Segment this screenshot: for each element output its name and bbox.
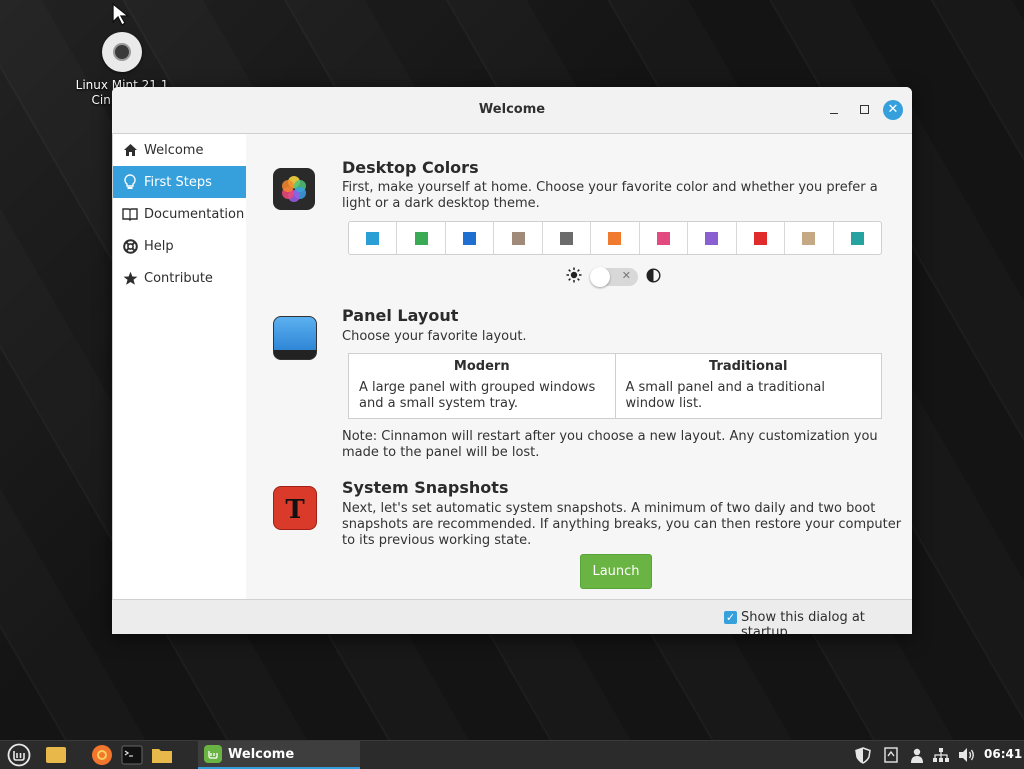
startup-checkbox[interactable]: ✓ <box>724 611 737 624</box>
color-swatch-chip <box>608 231 622 245</box>
moon-icon <box>646 267 661 287</box>
layout-option-modern[interactable]: Modern A large panel with grouped window… <box>349 354 615 418</box>
network-icon[interactable] <box>932 746 950 764</box>
sidebar-item-label: Help <box>144 238 174 254</box>
sun-icon <box>566 267 582 287</box>
toggle-off-icon: ✕ <box>621 269 631 282</box>
layout-option-desc: A small panel and a traditional window l… <box>625 380 825 411</box>
minimize-button[interactable] <box>825 100 845 120</box>
panel-layout-icon <box>273 316 317 360</box>
color-swatch[interactable] <box>785 222 834 254</box>
shield-icon[interactable] <box>854 746 872 764</box>
layout-option-title: Traditional <box>709 359 788 374</box>
welcome-window: Welcome ✕ Welcome First Steps Documentat… <box>112 87 912 634</box>
user-icon[interactable] <box>908 746 926 764</box>
theme-toggle-row: ✕ <box>566 267 661 287</box>
sidebar-item-label: Documentation <box>144 206 245 222</box>
sidebar-item-help[interactable]: Help <box>113 230 246 262</box>
lifebuoy-icon <box>122 238 138 254</box>
sidebar-item-documentation[interactable]: Documentation <box>113 198 246 230</box>
taskbar-window-welcome[interactable]: Welcome <box>198 741 360 769</box>
welcome-app-icon <box>204 745 222 763</box>
sidebar-item-contribute[interactable]: Contribute <box>113 262 246 294</box>
content-panel: Desktop Colors First, make yourself at h… <box>246 134 912 600</box>
sidebar-item-welcome[interactable]: Welcome <box>113 134 246 166</box>
color-swatch[interactable] <box>834 222 881 254</box>
system-snapshots-text: Next, let's set automatic system snapsho… <box>342 501 902 548</box>
layout-option-title: Modern <box>453 359 510 374</box>
color-swatch[interactable] <box>397 222 446 254</box>
color-swatch-row <box>348 221 882 255</box>
color-swatch[interactable] <box>737 222 786 254</box>
files-icon[interactable] <box>150 743 174 767</box>
color-swatch[interactable] <box>591 222 640 254</box>
color-swatch[interactable] <box>349 222 398 254</box>
mouse-cursor-icon <box>111 2 131 30</box>
svg-text:T: T <box>285 495 305 525</box>
dialog-footer: ✓ Show this dialog at startup <box>112 599 912 634</box>
mint-menu-button[interactable] <box>6 743 32 767</box>
color-swatch[interactable] <box>494 222 543 254</box>
color-swatch-chip <box>366 231 380 245</box>
panel-layout-text: Choose your favorite layout. <box>342 329 527 344</box>
sidebar-item-label: Welcome <box>144 142 204 158</box>
close-button[interactable]: ✕ <box>883 100 903 120</box>
toggle-knob <box>590 267 610 287</box>
color-swatch-chip <box>560 231 574 245</box>
color-swatch[interactable] <box>640 222 689 254</box>
show-desktop-icon[interactable] <box>44 743 68 767</box>
layout-option-traditional[interactable]: Traditional A small panel and a traditio… <box>614 354 882 418</box>
color-swatch-chip <box>705 231 719 245</box>
sidebar: Welcome First Steps Documentation Help C… <box>112 134 247 600</box>
volume-icon[interactable] <box>958 746 976 764</box>
color-swatch[interactable] <box>688 222 737 254</box>
clock[interactable]: 06:41 <box>984 747 1022 761</box>
timeshift-icon: T <box>273 486 317 530</box>
titlebar[interactable]: Welcome ✕ <box>112 87 912 133</box>
sidebar-item-label: Contribute <box>144 270 213 286</box>
panel-layout-note: Note: Cinnamon will restart after you ch… <box>342 429 878 460</box>
sidebar-item-label: First Steps <box>144 174 212 190</box>
lightbulb-icon <box>122 174 138 190</box>
color-swatch-chip <box>656 231 670 245</box>
desktop-colors-title: Desktop Colors <box>342 158 479 177</box>
taskbar: Welcome 06:41 <box>0 740 1024 769</box>
color-swatch[interactable] <box>543 222 592 254</box>
launch-button[interactable]: Launch <box>580 554 652 589</box>
sidebar-item-first-steps[interactable]: First Steps <box>113 166 246 198</box>
color-swatch-chip <box>753 231 767 245</box>
book-icon <box>122 206 138 222</box>
desktop-colors-text: First, make yourself at home. Choose you… <box>342 180 878 211</box>
layout-option-desc: A large panel with grouped windows and a… <box>359 380 596 411</box>
system-snapshots-title: System Snapshots <box>342 478 509 497</box>
color-swatch-chip <box>511 231 525 245</box>
star-icon <box>122 270 138 286</box>
color-swatch-chip <box>850 231 864 245</box>
layout-options: Modern A large panel with grouped window… <box>348 353 882 419</box>
disc-icon <box>102 32 142 72</box>
color-palette-icon <box>273 168 315 210</box>
firefox-icon[interactable] <box>90 743 114 767</box>
maximize-button[interactable] <box>855 100 875 120</box>
color-swatch-chip <box>802 231 816 245</box>
panel-layout-title: Panel Layout <box>342 306 459 325</box>
update-manager-icon[interactable] <box>882 746 900 764</box>
color-swatch-chip <box>414 231 428 245</box>
terminal-icon[interactable] <box>120 743 144 767</box>
taskbar-window-label: Welcome <box>228 746 295 762</box>
color-swatch[interactable] <box>446 222 495 254</box>
dark-theme-toggle[interactable]: ✕ <box>590 267 638 287</box>
window-title: Welcome <box>478 102 546 117</box>
color-swatch-chip <box>463 231 477 245</box>
home-icon <box>122 142 138 158</box>
startup-checkbox-label[interactable]: Show this dialog at startup <box>741 610 912 634</box>
